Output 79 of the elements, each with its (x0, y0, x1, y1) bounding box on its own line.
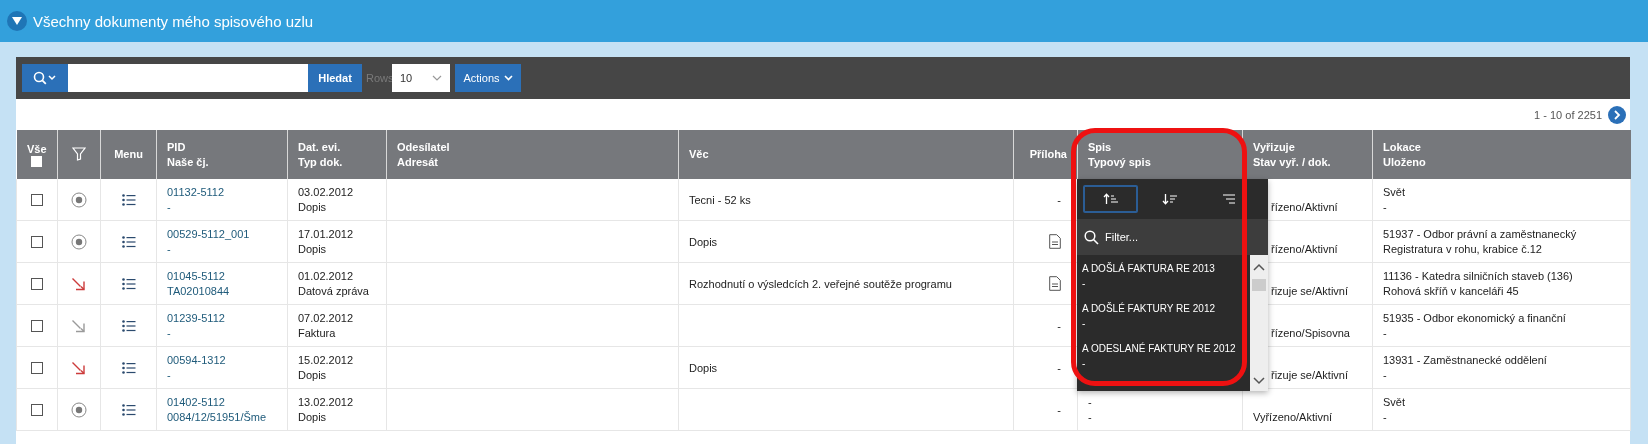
scrollbar[interactable] (1250, 255, 1268, 391)
search-button[interactable]: Hledat (308, 64, 362, 92)
scroll-down-icon[interactable] (1253, 377, 1265, 385)
filter-field[interactable]: Filter... (1105, 231, 1235, 243)
document-icon[interactable] (1049, 234, 1061, 249)
table-cell: - - (1088, 394, 1092, 425)
chevron-down-icon (503, 75, 513, 81)
radio-dot-icon (71, 233, 87, 250)
table-cell: 07.02.2012 Faktura (298, 310, 354, 341)
scroll-up-icon[interactable] (1253, 263, 1265, 271)
table-cell: 51935 - Odbor ekonomický a finanční - (1383, 310, 1566, 341)
row-checkbox[interactable] (31, 194, 43, 207)
region-title: Všechny dokumenty mého spisového uzlu (33, 12, 314, 30)
search-column-button[interactable] (22, 64, 68, 92)
table-cell: Svět - (1383, 184, 1405, 215)
table-cell: 51937 - Odbor právní a zaměstnanecký Registratura v rohu, krabice č.12 (1383, 226, 1577, 257)
filter-icon[interactable] (72, 146, 86, 161)
sort-descending-icon (1161, 193, 1178, 205)
radio-dot-icon (71, 191, 87, 208)
table-cell: Tecni - 52 ks (689, 193, 751, 206)
table-cell: - (1057, 403, 1061, 416)
table-cell-text: Vyřízeno/Aktivní (1253, 409, 1333, 425)
column-header[interactable]: Příloha (1029, 147, 1067, 162)
table-cell: 11136 - Katedra silničních staveb (136) Rohová skříň v kanceláři 45 (1383, 268, 1573, 299)
column-header[interactable]: Lokace Uloženo (1383, 139, 1426, 170)
triangle-down-icon (12, 17, 22, 25)
row-checkbox[interactable] (31, 362, 43, 375)
table-cell: 15.02.2012 Dopis (298, 352, 354, 383)
document-icon[interactable] (1049, 276, 1061, 291)
sort-ascending-icon (1102, 193, 1119, 205)
table-cell-text: řizuje se/Aktivní (1271, 367, 1349, 383)
column-header[interactable]: Odesílatel Adresát (397, 139, 450, 170)
actions-button[interactable]: Actions (455, 64, 521, 92)
menu-list-icon[interactable] (121, 404, 136, 417)
row-checkbox[interactable] (31, 278, 43, 291)
menu-list-icon[interactable] (121, 320, 136, 333)
table-cell: Dopis (689, 235, 718, 248)
table-cell-text: řízeno/Spisovna (1271, 325, 1350, 341)
sort-button[interactable] (1083, 185, 1138, 213)
table-cell: Svět - (1383, 394, 1405, 425)
scrollbar-thumb[interactable] (1252, 279, 1266, 291)
column-header[interactable]: Menu (114, 147, 143, 162)
search-icon (33, 71, 57, 85)
menu-option[interactable]: A ODESLANÉ FAKTURY RE 2012 - (1077, 341, 1250, 381)
table-cell: 13.02.2012 Dopis (298, 394, 354, 425)
column-header: Vše (26, 142, 47, 155)
column-header[interactable]: Věc (689, 147, 709, 162)
chevron-right-icon (1613, 109, 1621, 120)
rows-select[interactable]: 10 (392, 64, 450, 92)
collapse-button[interactable] (7, 11, 27, 31)
menu-option[interactable]: A DOŠLÁ FAKTURA RE 2013 - (1077, 261, 1250, 301)
menu-list-icon[interactable] (121, 194, 136, 207)
table-cell: 17.01.2012 Dopis (298, 226, 354, 257)
table-cell: 01.02.2012 Datová zpráva (298, 268, 369, 299)
menu-option[interactable]: A DOŠLÉ FAKTURY RE 2012 - (1077, 301, 1250, 341)
table-cell: Dopis (689, 361, 718, 374)
chevron-down-icon (432, 75, 442, 81)
row-checkbox[interactable] (31, 404, 43, 417)
table-cell: 13931 - Zaměstnanecké oddělení - (1383, 352, 1547, 383)
table-cell-text: řizuje se/Aktivní (1271, 283, 1349, 299)
menu-list-icon[interactable] (121, 236, 136, 249)
row-checkbox[interactable] (31, 320, 43, 333)
next-page-button[interactable] (1608, 105, 1626, 124)
table-cell: - (1057, 361, 1061, 374)
menu-list-icon[interactable] (121, 278, 136, 291)
table-cell: - (1057, 193, 1061, 206)
search-icon (1084, 229, 1099, 245)
table-cell-text: řízeno/Aktivní (1271, 241, 1338, 257)
table-cell-text: řízeno/Aktivní (1271, 199, 1338, 215)
search-field[interactable] (68, 64, 308, 92)
table-cell: Rozhodnutí o výsledcích 2. veřejné soutěže programu (689, 277, 952, 290)
pagination-info: 1 - 10 of 2251 (1534, 108, 1602, 121)
table-cell: - (1057, 319, 1061, 332)
radio-dot-icon (71, 401, 87, 418)
table-cell: 03.02.2012 Dopis (298, 184, 354, 215)
select-all-checkbox[interactable] (31, 155, 43, 167)
filter-lines-icon (1221, 193, 1236, 205)
row-checkbox[interactable] (31, 236, 43, 249)
menu-list-icon[interactable] (121, 362, 136, 375)
